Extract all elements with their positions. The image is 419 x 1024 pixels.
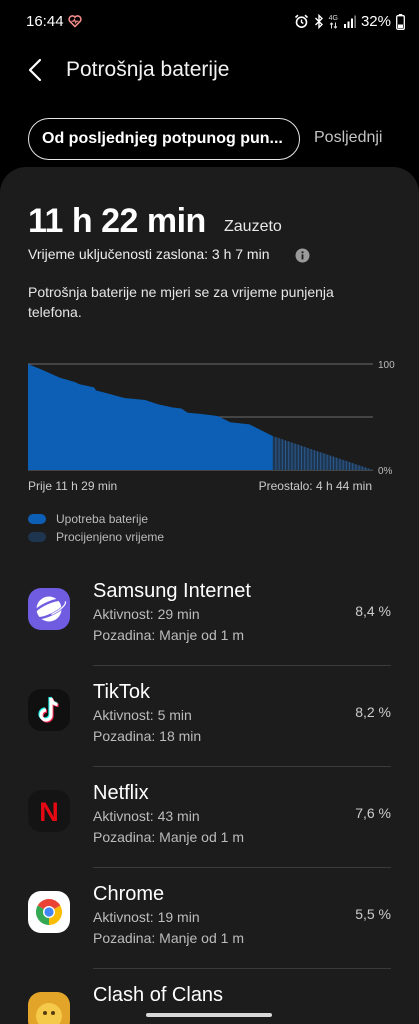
app-active-time: Aktivnost: 19 min xyxy=(93,909,200,925)
chart-start-label: Prije 11 h 29 min xyxy=(28,479,118,493)
battery-icon xyxy=(396,13,405,30)
app-battery-percent: 8,4 % xyxy=(355,603,391,619)
app-name: Netflix xyxy=(93,782,149,804)
app-background-time: Pozadina: 18 min xyxy=(93,728,202,744)
chrome-icon xyxy=(28,891,70,933)
back-arrow-icon[interactable] xyxy=(22,56,50,84)
netflix-icon: N xyxy=(28,790,70,832)
tiktok-icon xyxy=(28,689,70,731)
samsung-internet-icon xyxy=(28,588,70,630)
status-time: 16:44 xyxy=(26,13,64,30)
app-active-time: Aktivnost: 5 min xyxy=(93,707,192,723)
y-tick-100: 100 xyxy=(378,360,395,371)
legend-label-estimated: Procijenjeno vrijeme xyxy=(56,530,165,544)
app-background-time: Pozadina: Manje od 1 m xyxy=(93,829,244,845)
estimated-remaining-area xyxy=(272,436,373,470)
app-row-netflix[interactable]: N Netflix Aktivnost: 43 min Pozadina: Ma… xyxy=(0,767,419,868)
page-title: Potrošnja baterije xyxy=(66,58,230,81)
estimated-area-fill xyxy=(272,436,373,470)
period-tabs: Od posljednjeg potpunog pun... Posljednj… xyxy=(0,118,419,162)
app-row-chrome[interactable]: Chrome Aktivnost: 19 min Pozadina: Manje… xyxy=(0,868,419,969)
app-background-time: Pozadina: Manje od 1 m xyxy=(93,627,244,643)
app-name: TikTok xyxy=(93,681,151,703)
app-usage-list: Samsung Internet Aktivnost: 29 min Pozad… xyxy=(0,565,419,1024)
app-name: Chrome xyxy=(93,883,165,905)
legend-label-usage: Upotreba baterije xyxy=(56,512,149,526)
app-battery-percent: 8,2 % xyxy=(355,704,391,720)
health-heart-icon xyxy=(68,15,82,28)
tab-last-period[interactable]: Posljednji xyxy=(314,129,382,147)
legend-item-usage: Upotreba baterije xyxy=(28,510,164,528)
info-icon[interactable] xyxy=(295,248,310,263)
charging-note: Potrošnja baterije ne mjeri se za vrijem… xyxy=(28,284,334,320)
network-type-label: 4G xyxy=(328,14,338,22)
bluetooth-icon xyxy=(314,14,323,29)
signal-strength-icon xyxy=(343,15,356,28)
alarm-icon xyxy=(294,14,308,28)
clash-of-clans-icon xyxy=(28,992,70,1024)
legend-item-estimated: Procijenjeno vrijeme xyxy=(28,528,164,546)
total-usage-time: 11 h 22 min xyxy=(28,202,206,240)
app-battery-percent: 5,5 % xyxy=(355,906,391,922)
svg-text:N: N xyxy=(39,797,59,827)
home-gesture-bar[interactable] xyxy=(146,1013,272,1017)
status-bar: 16:44 4G 32% xyxy=(0,0,419,44)
chart-legend: Upotreba baterije Procijenjeno vrijeme xyxy=(28,510,164,546)
battery-percent: 32% xyxy=(360,13,391,30)
app-name: Clash of Clans xyxy=(93,984,224,1006)
app-active-time: Aktivnost: 43 min xyxy=(93,808,200,824)
status-icons: 4G 32% xyxy=(294,13,405,30)
app-name: Samsung Internet xyxy=(93,580,251,602)
app-background-time: Pozadina: Manje od 1 m xyxy=(93,930,244,946)
legend-swatch-usage xyxy=(28,514,46,524)
chart-remaining-label: Preostalo: 4 h 44 min xyxy=(258,479,372,493)
app-active-time: Aktivnost: 29 min xyxy=(93,606,200,622)
app-battery-percent: 7,6 % xyxy=(355,805,391,821)
screen-on-time: Vrijeme uključenosti zaslona: 3 h 7 min xyxy=(28,246,270,262)
app-row-tiktok[interactable]: TikTok Aktivnost: 5 min Pozadina: 18 min… xyxy=(0,666,419,767)
legend-swatch-estimated xyxy=(28,532,46,542)
data-transfer-icon xyxy=(329,21,338,29)
y-tick-0: 0% xyxy=(378,466,393,477)
usage-status-label: Zauzeto xyxy=(224,218,282,235)
app-row-samsung-internet[interactable]: Samsung Internet Aktivnost: 29 min Pozad… xyxy=(0,565,419,666)
app-header: Potrošnja baterije xyxy=(0,50,419,90)
tab-since-full-charge[interactable]: Od posljednjeg potpunog pun... xyxy=(28,118,300,160)
